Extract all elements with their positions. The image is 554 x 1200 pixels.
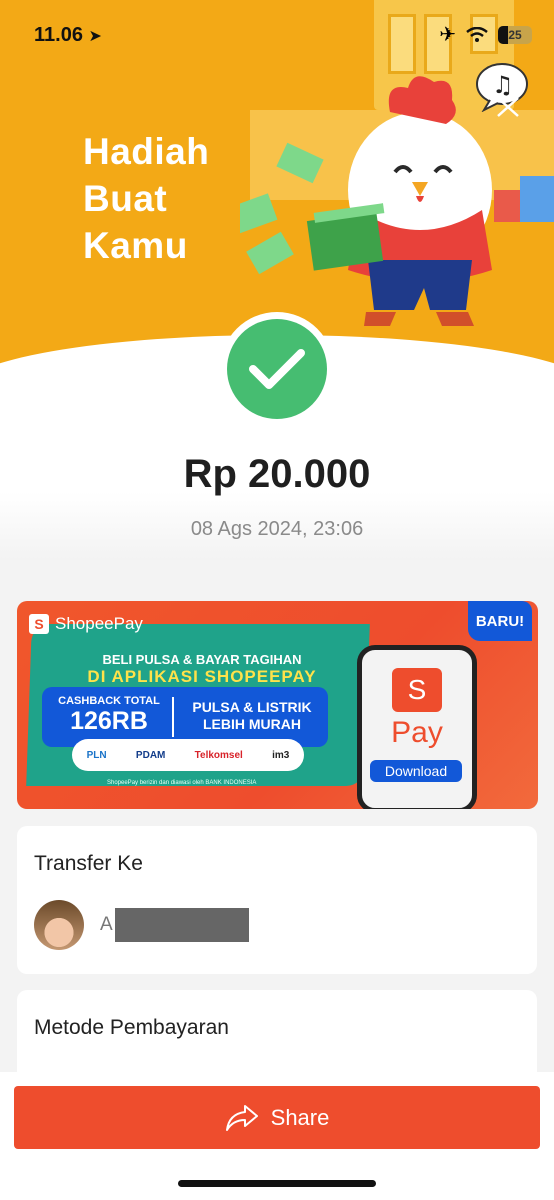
- status-time: 11.06 ➤: [34, 24, 102, 46]
- shopeepay-promo-banner[interactable]: S ShopeePay BELI PULSA & BAYAR TAGIHAN D…: [17, 601, 538, 809]
- battery-level: 25: [508, 27, 522, 42]
- close-icon[interactable]: [494, 94, 522, 120]
- shopee-bag-icon: S: [29, 614, 49, 634]
- status-icons: ✈ 25: [439, 22, 532, 47]
- pln-logo: PLN: [86, 749, 107, 761]
- hero-title: Hadiah Buat Kamu: [83, 131, 210, 266]
- location-arrow-icon: ➤: [88, 28, 102, 45]
- shopeepay-logo: S: [392, 668, 442, 712]
- shopeepay-brand: S ShopeePay: [29, 614, 143, 634]
- battery-icon: 25: [498, 25, 532, 44]
- share-button[interactable]: Share: [14, 1086, 540, 1149]
- telkomsel-logo: Telkomsel: [194, 749, 243, 761]
- home-indicator: [178, 1180, 376, 1187]
- recipient-name: A: [100, 914, 113, 935]
- redacted-name: [114, 908, 249, 942]
- transfer-title: Transfer Ke: [34, 852, 143, 875]
- im3-logo: im3: [272, 749, 290, 761]
- download-button[interactable]: Download: [370, 760, 462, 782]
- phone-illustration: S Pay Download: [357, 645, 477, 809]
- promo-headline: BELI PULSA & BAYAR TAGIHAN DI APLIKASI S…: [87, 652, 317, 686]
- transfer-card: Transfer Ke A: [17, 826, 537, 974]
- avatar: [34, 900, 84, 950]
- transaction-amount: Rp 20.000: [183, 452, 371, 496]
- payment-method-title: Metode Pembayaran: [34, 1016, 229, 1039]
- bottom-bar: Share: [0, 1072, 554, 1200]
- promo-disclaimer: ShopeePay berizin dan diawasi oleh BANK …: [107, 780, 257, 786]
- pdam-logo: PDAM: [135, 749, 166, 761]
- airplane-mode-icon: ✈: [439, 24, 456, 46]
- transaction-datetime: 08 Ags 2024, 23:06: [190, 518, 364, 540]
- partner-logos: PLN PDAM Telkomsel im3: [72, 739, 304, 771]
- success-badge: [220, 312, 334, 426]
- new-badge: BARU!: [468, 601, 532, 641]
- cashback-box: CASHBACK TOTAL 126RB PULSA & LISTRIK LEB…: [42, 687, 328, 747]
- checkmark-icon: [227, 319, 327, 419]
- recipient: A: [34, 900, 249, 950]
- status-bar: 11.06 ➤ ✈ 25: [0, 0, 554, 70]
- wifi-icon: [466, 26, 488, 42]
- share-icon: [225, 1104, 258, 1131]
